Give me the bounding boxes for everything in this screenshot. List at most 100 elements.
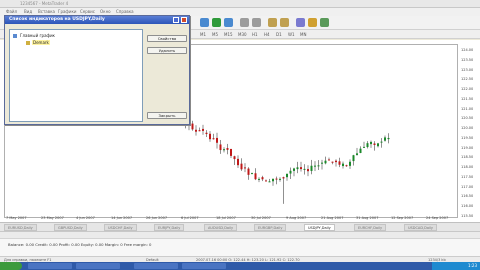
candle-body	[247, 168, 250, 175]
delete-button[interactable]: Удалить	[147, 47, 187, 54]
candle-body	[377, 143, 379, 147]
timeframe-w1[interactable]: W1	[288, 32, 295, 37]
candle-body	[356, 153, 358, 156]
candle-body	[226, 148, 229, 150]
chart-tab[interactable]: EURGBP,Daily	[254, 224, 287, 231]
candle-body	[321, 162, 323, 164]
chart-tab[interactable]: EURCHF,Daily	[354, 224, 387, 231]
templates-icon[interactable]	[320, 18, 329, 27]
start-button[interactable]	[0, 262, 22, 270]
candle-body	[366, 143, 369, 148]
candle-body	[286, 173, 288, 178]
candle-body	[328, 159, 330, 161]
periods-icon[interactable]	[308, 18, 317, 27]
menu-item-charts[interactable]: Графики	[58, 9, 76, 14]
zoom-in-icon[interactable]	[240, 18, 249, 27]
price-tick-label: 121.50	[461, 96, 474, 101]
tree-node-indicator[interactable]: Demark	[32, 40, 50, 45]
taskbar: 1:23	[0, 262, 480, 270]
dialog-close-button[interactable]: Закрыть	[147, 112, 187, 119]
price-tick-label: 118.50	[461, 155, 474, 160]
menu-item-file[interactable]: Файл	[6, 9, 17, 14]
tree-node-main-chart[interactable]: Главный график	[20, 33, 55, 38]
indicator-icon	[26, 41, 30, 45]
chart-tab[interactable]: EURUSD,Daily	[4, 224, 37, 231]
terminal-panel: Balance: 0.00 Credit: 0.00 Profit: 0.00 …	[0, 231, 480, 256]
help-icon[interactable]	[173, 17, 179, 23]
timeframe-d1[interactable]: D1	[276, 32, 282, 37]
chart-tab[interactable]: EURJPY,Daily	[154, 224, 185, 231]
chart-tab[interactable]: USDJPY,Daily	[304, 224, 335, 231]
menu-item-help[interactable]: Справка	[116, 9, 134, 14]
taskbar-item-4[interactable]	[182, 263, 226, 269]
chart-window-icon	[13, 34, 17, 38]
chart-tab[interactable]: GBPUSD,Daily	[54, 224, 87, 231]
terminal-header	[0, 232, 480, 239]
chart-tab[interactable]: USDCAD,Daily	[404, 224, 437, 231]
properties-button[interactable]: Свойства	[147, 35, 187, 42]
zoom-out-icon[interactable]	[252, 18, 261, 27]
candle-body	[254, 173, 257, 180]
candle-body	[268, 181, 271, 183]
price-tick-label: 117.00	[461, 184, 474, 189]
candle-body	[300, 167, 302, 170]
candle-body	[275, 178, 278, 180]
taskbar-item-3[interactable]	[134, 263, 178, 269]
line-chart-icon[interactable]	[224, 18, 233, 27]
app-window: 1234567 - MetaTrader 4 Файл Вид Вставка …	[0, 0, 480, 270]
taskbar-item-1[interactable]	[28, 263, 72, 269]
candle-body	[251, 173, 253, 175]
chart-tabs: EURUSD,Daily GBPUSD,Daily USDCHF,Daily EURJ…	[0, 222, 480, 231]
chart-tab[interactable]: AUDUSD,Daily	[204, 224, 238, 231]
candle-body	[363, 146, 365, 148]
time-tick-label: 12 Sep 2007	[391, 216, 414, 220]
timeframe-m15[interactable]: M15	[224, 32, 233, 37]
chart-shift-icon[interactable]	[280, 18, 289, 27]
candle-body	[237, 158, 239, 166]
timeframe-h4[interactable]: H4	[264, 32, 270, 37]
candle-body	[335, 160, 337, 163]
balance-line: Balance: 0.00 Credit: 0.00 Profit: 0.00 …	[8, 242, 152, 247]
time-tick-label: 18 Jul 2007	[216, 216, 236, 220]
candlestick-icon[interactable]	[212, 18, 221, 27]
menu-item-window[interactable]: Окно	[100, 9, 111, 14]
candle-body	[352, 155, 355, 162]
indicators-icon[interactable]	[296, 18, 305, 27]
close-icon[interactable]	[181, 17, 187, 23]
candle-body	[338, 161, 341, 165]
price-tick-label: 124.00	[461, 48, 474, 52]
time-tick-label: 4 Jun 2007	[76, 216, 95, 220]
time-tick-label: 30 Jul 2007	[251, 216, 271, 220]
menu-item-insert[interactable]: Вставка	[38, 9, 55, 14]
candle-body	[387, 137, 390, 140]
menu-item-tools[interactable]: Сервис	[80, 9, 95, 14]
time-tick-label: 23 May 2007	[41, 216, 64, 220]
menu-item-view[interactable]: Вид	[24, 9, 32, 14]
candle-body	[342, 163, 344, 167]
price-tick-label: 120.00	[461, 126, 474, 131]
price-tick-label: 118.00	[461, 165, 474, 170]
candle-body	[324, 160, 327, 164]
price-tick-label: 116.00	[461, 204, 474, 209]
system-tray: 1:23	[432, 262, 480, 270]
price-tick-label: 115.50	[461, 214, 474, 218]
auto-scroll-icon[interactable]	[268, 18, 277, 27]
price-tick-label: 122.50	[461, 77, 474, 82]
candle-body	[303, 168, 306, 170]
taskbar-item-2[interactable]	[76, 263, 120, 269]
timeframe-m1[interactable]: M1	[200, 32, 206, 37]
chart-tab[interactable]: USDCHF,Daily	[104, 224, 137, 231]
timeframe-h1[interactable]: H1	[252, 32, 258, 37]
indicator-tree: Главный график Demark	[9, 29, 143, 122]
bar-chart-icon[interactable]	[200, 18, 209, 27]
timeframe-m5[interactable]: M5	[212, 32, 218, 37]
dialog-title: Список индикаторов на USDJPY,Daily	[9, 17, 105, 22]
time-tick-label: 26 Jun 2007	[146, 216, 168, 220]
indicators-dialog: Список индикаторов на USDJPY,Daily Главн…	[4, 15, 190, 136]
candle-body	[261, 177, 264, 180]
timeframe-m30[interactable]: M30	[238, 32, 247, 37]
timeframe-mn[interactable]: MN	[300, 32, 306, 37]
price-tick-label: 117.50	[461, 174, 474, 179]
candle-body	[195, 129, 197, 132]
time-tick-label: 6 Jul 2007	[181, 216, 199, 220]
